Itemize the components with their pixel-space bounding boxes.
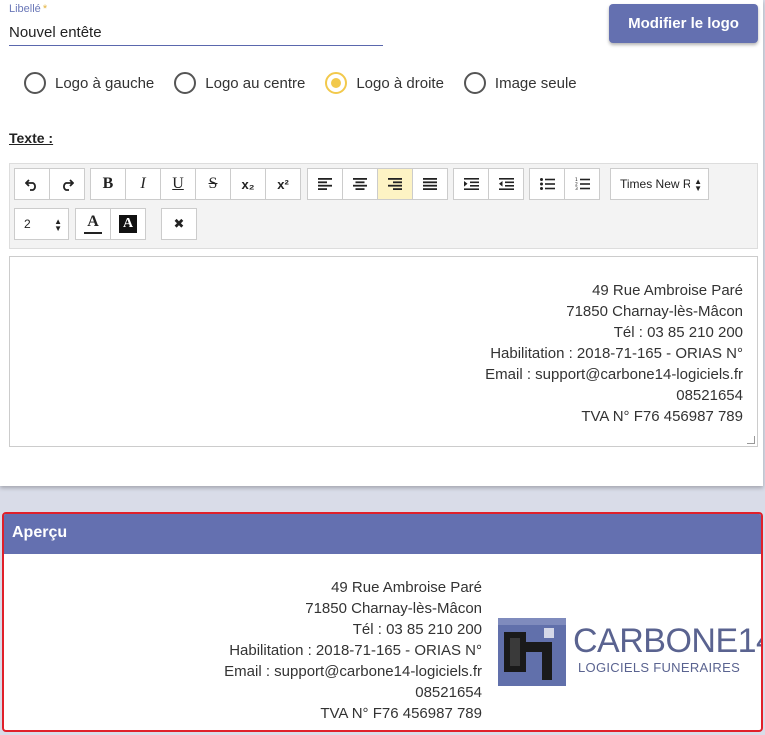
texte-label: Texte : [9, 130, 54, 146]
preview-address: 49 Rue Ambroise Paré 71850 Charnay-lès-M… [4, 577, 482, 724]
subscript-button[interactable]: x₂ [230, 168, 266, 200]
underline-button[interactable]: U [160, 168, 196, 200]
radio-label: Logo à gauche [55, 74, 155, 92]
superscript-button[interactable]: x² [265, 168, 301, 200]
logo-mark-icon [498, 618, 566, 686]
radio-label: Logo au centre [205, 74, 306, 92]
preview-line: 71850 Charnay-lès-Mâcon [305, 600, 482, 617]
preview-line: Habilitation : 2018-71-165 - ORIAS N° [229, 642, 482, 659]
header-editor-card: Libellé* Modifier le logo Logo à gauche … [0, 0, 763, 486]
svg-text:3: 3 [575, 186, 578, 191]
radio-label: Image seule [494, 74, 577, 92]
background-color-button[interactable]: A [110, 208, 146, 240]
preview-line: 08521654 [415, 684, 482, 701]
preview-panel: Aperçu 49 Rue Ambroise Paré 71850 Charna… [2, 512, 763, 732]
preview-line: Tél : 03 85 210 200 [352, 621, 482, 638]
font-family-select[interactable]: Times New R ▲ ▼ [610, 168, 709, 200]
radio-image-only[interactable]: Image seule [463, 72, 577, 94]
editor-line: 71850 Charnay-lès-Mâcon [566, 303, 743, 320]
outdent-icon[interactable] [488, 168, 524, 200]
editor-line: 49 Rue Ambroise Paré [592, 282, 743, 299]
preview-line: TVA N° F76 456987 789 [320, 705, 482, 722]
text-color-icon: A [87, 213, 99, 230]
radio-circle[interactable] [325, 72, 348, 94]
preview-line: 49 Rue Ambroise Paré [331, 579, 482, 596]
redo-icon[interactable] [49, 168, 85, 200]
font-size-value: 2 [24, 217, 31, 231]
numbered-list-icon[interactable]: 123 [564, 168, 600, 200]
editor-line: 08521654 [676, 387, 743, 404]
header-text-editor[interactable]: 49 Rue Ambroise Paré 71850 Charnay-lès-M… [9, 256, 758, 447]
radio-logo-center[interactable]: Logo au centre [174, 72, 305, 94]
font-family-value: Times New R [620, 177, 690, 191]
libelle-label: Libellé * [9, 3, 48, 15]
radio-circle[interactable] [24, 72, 46, 94]
resize-handle-icon[interactable] [747, 436, 755, 444]
italic-button[interactable]: I [125, 168, 161, 200]
modify-logo-button[interactable]: Modifier le logo [609, 4, 758, 43]
undo-icon[interactable] [14, 168, 50, 200]
select-arrows-icon: ▲ ▼ [694, 177, 702, 193]
preview-title: Aperçu [4, 514, 761, 554]
logo-position-radio-group: Logo à gauche Logo au centre Logo à droi… [24, 71, 597, 95]
radio-circle[interactable] [174, 72, 197, 94]
logo-tagline: LOGICIELS FUNERAIRES [578, 660, 741, 675]
logo-name: CARBONE14 [573, 622, 763, 660]
libelle-input[interactable] [9, 20, 383, 46]
rich-text-toolbar: B I U S x₂ x² 1 2 3 Times New R ▲ ▼ 2 ▲ … [9, 163, 758, 249]
radio-circle[interactable] [463, 72, 486, 94]
background-color-icon: A [118, 215, 138, 233]
indent-icon[interactable] [453, 168, 489, 200]
text-color-button[interactable]: A [75, 208, 111, 240]
bold-button[interactable]: B [90, 168, 126, 200]
editor-line: Tél : 03 85 210 200 [613, 324, 743, 341]
bullet-list-icon[interactable] [529, 168, 565, 200]
align-center-icon[interactable] [342, 168, 378, 200]
align-left-icon[interactable] [307, 168, 343, 200]
align-justify-icon[interactable] [412, 168, 448, 200]
editor-line: Habilitation : 2018-71-165 - ORIAS N° [490, 345, 743, 362]
editor-line: Email : support@carbone14-logiciels.fr [485, 366, 743, 383]
company-logo: CARBONE14 LOGICIELS FUNERAIRES [498, 618, 763, 686]
strikethrough-button[interactable]: S [195, 168, 231, 200]
select-arrows-icon: ▲ ▼ [54, 217, 62, 233]
radio-logo-right[interactable]: Logo à droite [325, 72, 444, 94]
radio-label: Logo à droite [356, 74, 444, 92]
align-right-icon[interactable] [377, 168, 413, 200]
remove-format-button[interactable]: ✖ [161, 208, 197, 240]
radio-logo-left[interactable]: Logo à gauche [24, 72, 154, 94]
font-size-select[interactable]: 2 ▲ ▼ [14, 208, 69, 240]
editor-line: TVA N° F76 456987 789 [581, 408, 743, 425]
preview-line: Email : support@carbone14-logiciels.fr [224, 663, 482, 680]
